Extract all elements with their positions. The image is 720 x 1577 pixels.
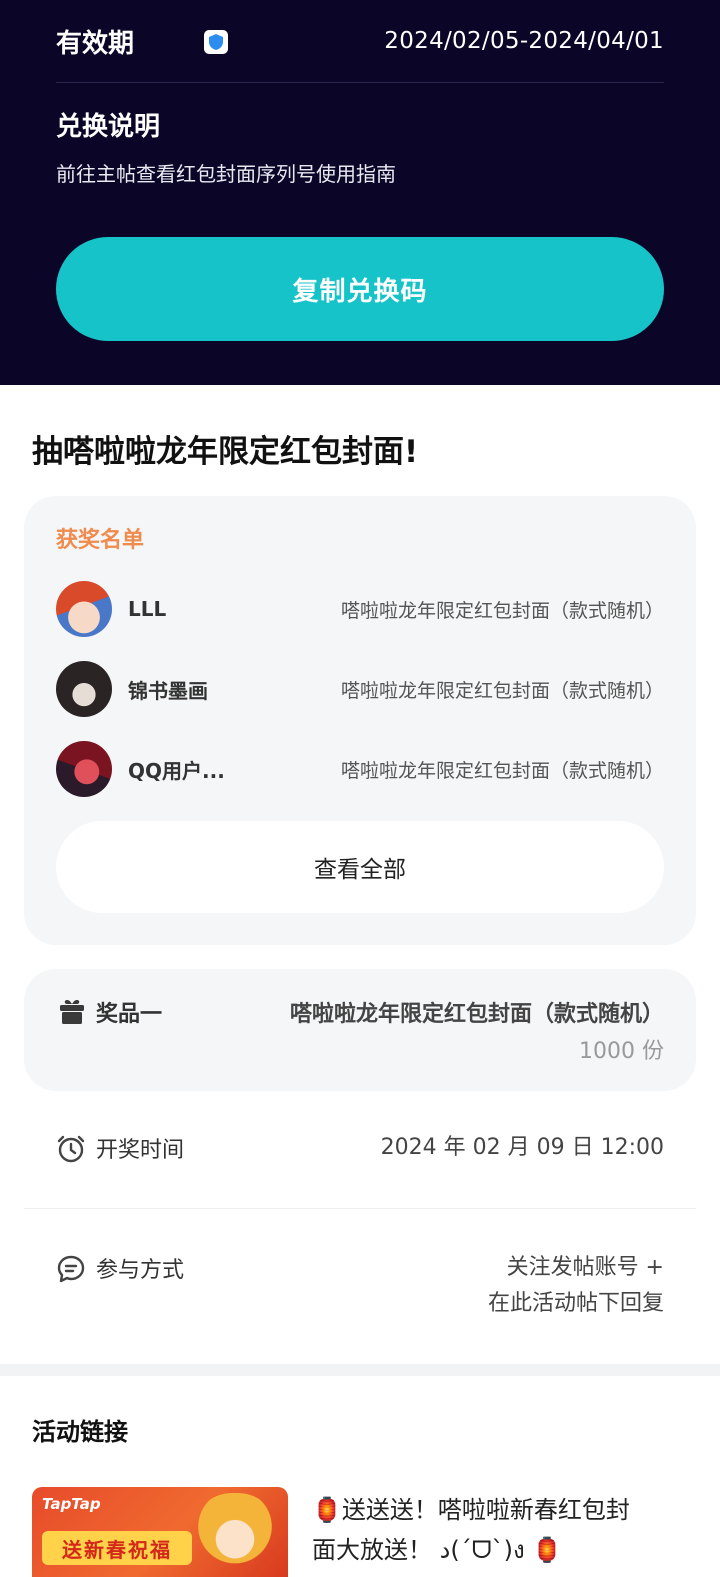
activity-links-title: 活动链接: [32, 1418, 128, 1446]
alarm-clock-icon: [57, 1135, 85, 1163]
validity-value: 2024/02/05-2024/04/01: [384, 28, 664, 54]
winner-prize: 嗒啦啦龙年限定红包封面（款式随机）: [340, 679, 664, 702]
activity-link-title[interactable]: 🏮送送送！嗒啦啦新春红包封 面大放送！ د(´ᗜ`)ง 🏮: [312, 1490, 688, 1570]
winner-row[interactable]: 锦书墨画 嗒啦啦龙年限定红包封面（款式随机）: [56, 660, 664, 718]
lottery-title: 抽嗒啦啦龙年限定红包封面!: [32, 434, 419, 470]
comment-icon: [57, 1255, 85, 1283]
draw-time-row: 开奖时间 2024 年 02 月 09 日 12:00: [56, 1130, 664, 1170]
prize-name: 嗒啦啦龙年限定红包封面（款式随机）: [289, 1002, 664, 1027]
draw-time-value: 2024 年 02 月 09 日 12:00: [380, 1135, 664, 1160]
redeem-title: 兑换说明: [56, 112, 161, 142]
participation-line-1: 关注发帖账号 +: [506, 1255, 664, 1280]
winner-prize: 嗒啦啦龙年限定红包封面（款式随机）: [340, 599, 664, 622]
prize-count: 1000 份: [579, 1039, 664, 1064]
winner-prize: 嗒啦啦龙年限定红包封面（款式随机）: [340, 759, 664, 782]
activity-link-line-2[interactable]: 面大放送！ د(´ᗜ`)ง 🏮: [312, 1530, 688, 1570]
draw-time-label: 开奖时间: [96, 1138, 185, 1163]
gift-icon: [60, 1000, 84, 1024]
activity-link-line-1[interactable]: 🏮送送送！嗒啦啦新春红包封: [312, 1490, 688, 1530]
divider: [24, 1208, 696, 1209]
activity-link-thumbnail[interactable]: TapTap 送新春祝福: [32, 1487, 288, 1577]
redeem-panel: 有效期 2024/02/05-2024/04/01 兑换说明 前往主帖查看红包封…: [0, 0, 720, 385]
participation-line-2: 在此活动帖下回复: [487, 1291, 664, 1316]
validity-row: 有效期 2024/02/05-2024/04/01: [56, 18, 664, 64]
prize-label: 奖品一: [96, 1002, 163, 1027]
winners-card: 获奖名单 LLL 嗒啦啦龙年限定红包封面（款式随机） 锦书墨画 嗒啦啦龙年限定红…: [24, 496, 696, 945]
section-separator: [0, 1364, 720, 1376]
winner-row[interactable]: QQ用户... 嗒啦啦龙年限定红包封面（款式随机）: [56, 740, 664, 798]
view-all-button[interactable]: 查看全部: [56, 821, 664, 913]
winner-name[interactable]: LLL: [128, 597, 288, 621]
winner-row[interactable]: LLL 嗒啦啦龙年限定红包封面（款式随机）: [56, 580, 664, 638]
participation-value: 关注发帖账号 + 在此活动帖下回复: [488, 1250, 664, 1322]
shield-icon: [204, 30, 228, 54]
avatar[interactable]: [56, 661, 112, 717]
divider: [56, 82, 664, 83]
redeem-description: 前往主帖查看红包封面序列号使用指南: [56, 162, 396, 186]
avatar[interactable]: [56, 741, 112, 797]
participation-label: 参与方式: [96, 1258, 185, 1283]
winner-name[interactable]: QQ用户...: [128, 755, 288, 784]
winners-heading: 获奖名单: [56, 528, 145, 553]
participation-row: 参与方式 关注发帖账号 + 在此活动帖下回复: [56, 1250, 664, 1330]
thumbnail-character-art: [192, 1493, 278, 1577]
validity-label: 有效期: [56, 28, 135, 59]
avatar[interactable]: [56, 581, 112, 637]
prize-card: 奖品一 嗒啦啦龙年限定红包封面（款式随机） 1000 份: [24, 969, 696, 1091]
copy-code-button[interactable]: 复制兑换码: [56, 237, 664, 341]
taptap-logo: TapTap: [42, 1495, 101, 1513]
winner-name[interactable]: 锦书墨画: [128, 675, 288, 704]
